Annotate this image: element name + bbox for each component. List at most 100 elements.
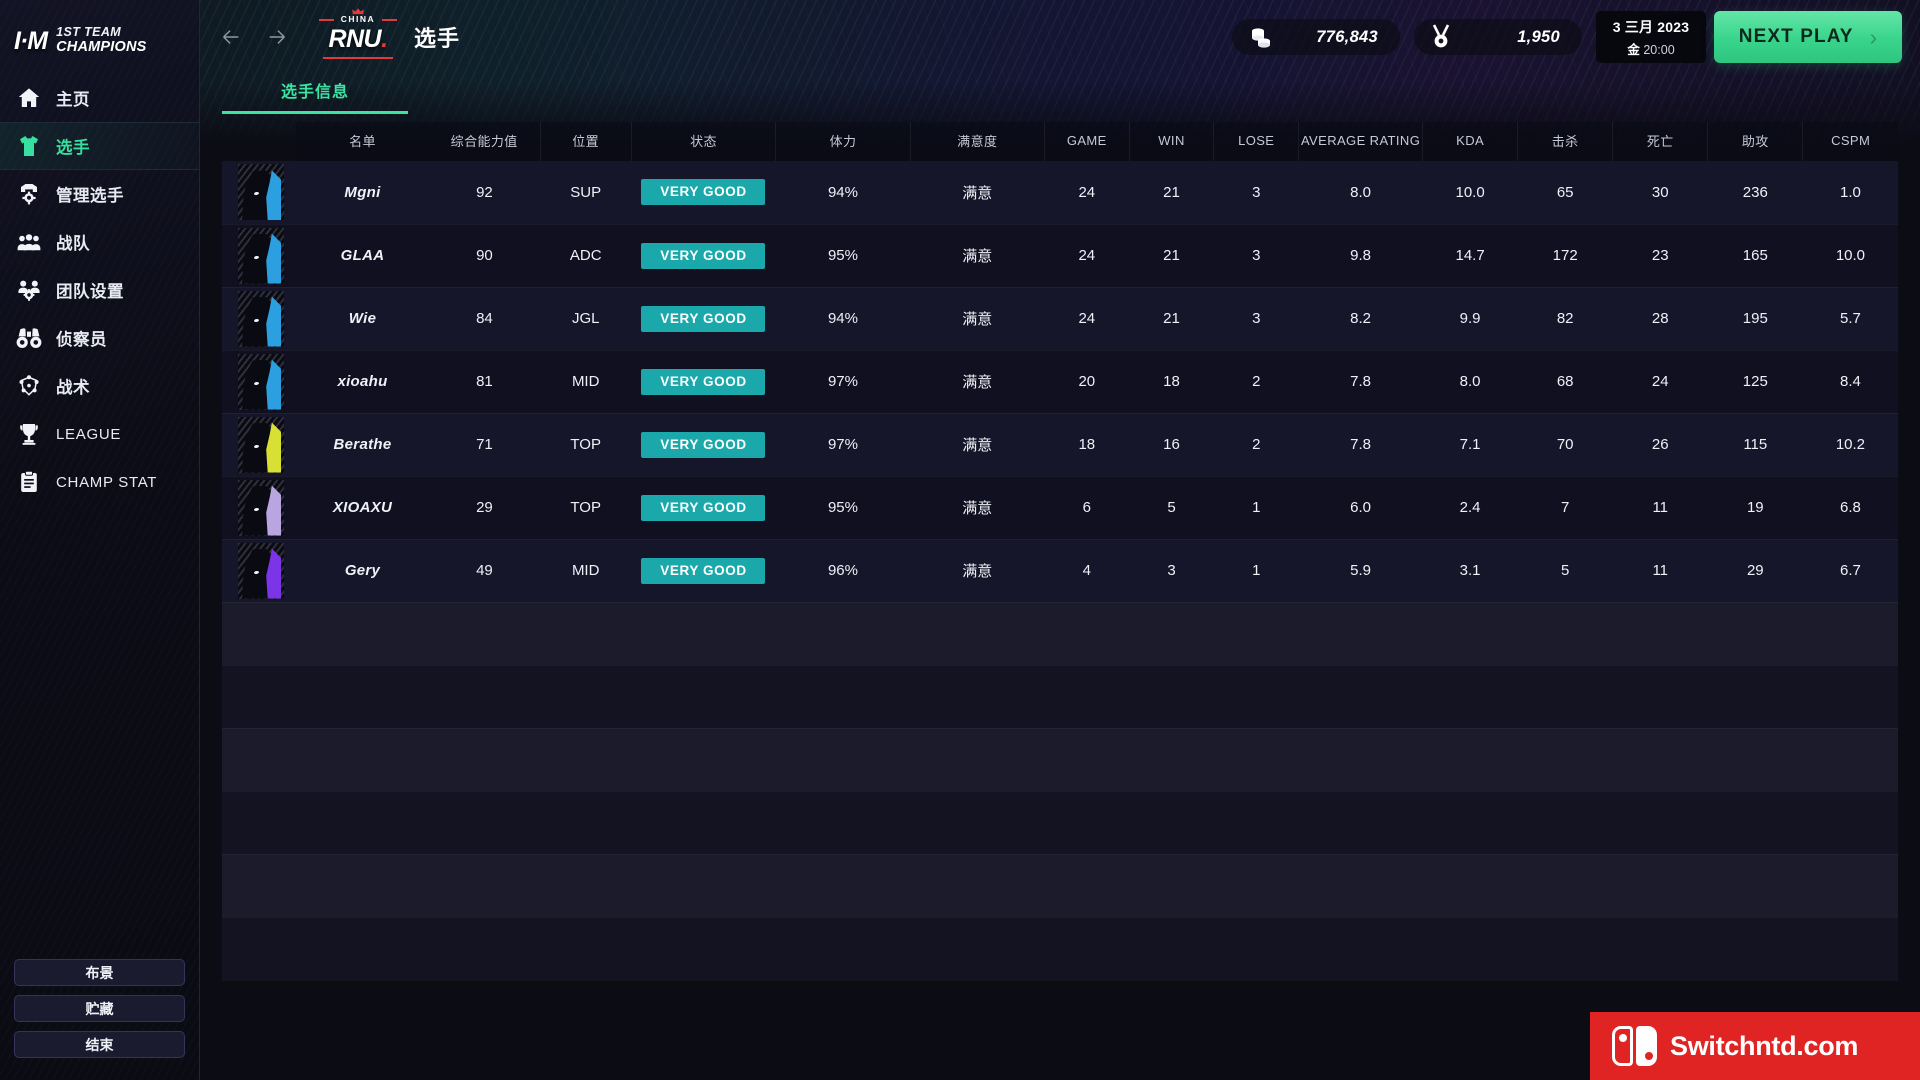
sidebar-item-1[interactable]: 选手 [0, 122, 199, 170]
table-body: Mgni 92 SUP VERY GOOD 94% 满意 24 21 3 8.0 10.0 65 30 2… [222, 161, 1898, 981]
player-stamina: 96% [775, 539, 911, 603]
player-lose: 2 [1213, 350, 1299, 414]
player-avatar-cell[interactable] [222, 350, 297, 414]
player-avatar-cell[interactable] [222, 476, 297, 540]
status-badge: VERY GOOD [641, 368, 766, 395]
player-game: 4 [1044, 539, 1130, 603]
player-name: Wie [296, 287, 429, 351]
empty-row [222, 602, 1898, 666]
back-arrow-icon[interactable] [220, 26, 242, 48]
empty-row [222, 791, 1898, 855]
player-avatar-cell[interactable] [222, 539, 297, 603]
player-assists: 115 [1707, 413, 1803, 477]
column-header-assists[interactable]: 助攻 [1707, 122, 1804, 161]
sidebar-item-3[interactable]: 战队 [0, 218, 199, 266]
medal-pill: 1,950 [1414, 19, 1582, 55]
column-header-stamina[interactable]: 体力 [775, 122, 911, 161]
table-row[interactable]: Gery 49 MID VERY GOOD 96% 满意 4 3 1 5.9 3.1 5 11 29 6.7 [222, 539, 1898, 603]
player-overall: 49 [428, 539, 541, 603]
player-lose: 3 [1213, 287, 1299, 351]
column-header-satisfaction[interactable]: 满意度 [910, 122, 1045, 161]
page-title: 选手 [414, 26, 461, 51]
table-row[interactable]: Mgni 92 SUP VERY GOOD 94% 满意 24 21 3 8.0 10.0 65 30 2… [222, 161, 1898, 225]
player-assists: 236 [1707, 161, 1803, 225]
player-name: Mgni [296, 161, 429, 225]
sidebar-item-0[interactable]: 主页 [0, 74, 199, 122]
player-avg-rating: 8.0 [1298, 161, 1423, 225]
player-overall: 71 [428, 413, 541, 477]
player-satisfaction: 满意 [910, 476, 1045, 540]
column-header-deaths[interactable]: 死亡 [1612, 122, 1709, 161]
sidebar-item-4[interactable]: 团队设置 [0, 266, 199, 314]
player-deaths: 11 [1612, 476, 1708, 540]
sidebar-buttons: 布景 贮藏 结束 [0, 959, 199, 1080]
player-avatar-cell[interactable] [222, 287, 297, 351]
sidebar-item-7[interactable]: LEAGUE [0, 410, 199, 458]
sidebar-nav: 主页 选手 管理选手战队团队设置 侦察员 战术 LEAGUE CHAMP STAT [0, 74, 199, 506]
status-badge: VERY GOOD [641, 242, 766, 269]
player-cspm: 6.8 [1802, 476, 1898, 540]
column-header-kills[interactable]: 击杀 [1517, 122, 1614, 161]
player-status-cell: VERY GOOD [631, 161, 776, 225]
player-status-cell: VERY GOOD [631, 539, 776, 603]
player-avatar-cell[interactable] [222, 161, 297, 225]
column-header-position[interactable]: 位置 [540, 122, 632, 161]
sidebar-item-8[interactable]: CHAMP STAT [0, 458, 199, 506]
column-header-win[interactable]: WIN [1129, 122, 1215, 161]
trophy-icon [16, 421, 42, 447]
money-pill: 776,843 [1232, 19, 1400, 55]
column-header-avg_rating[interactable]: AVERAGE RATING [1298, 122, 1424, 161]
table-row[interactable]: GLAA 90 ADC VERY GOOD 95% 满意 24 21 3 9.8 14.7 172 23… [222, 224, 1898, 288]
player-position: TOP [540, 476, 632, 540]
player-kda: 2.4 [1422, 476, 1518, 540]
tab-0[interactable]: 选手信息 [222, 78, 408, 114]
column-header-game[interactable]: GAME [1044, 122, 1130, 161]
table-row[interactable]: Wie 84 JGL VERY GOOD 94% 满意 24 21 3 8.2 9.9 82 28 195… [222, 287, 1898, 351]
player-cspm: 10.2 [1802, 413, 1898, 477]
table-row[interactable]: Berathe 71 TOP VERY GOOD 97% 满意 18 16 2 7.8 7.1 70 2… [222, 413, 1898, 477]
top-bar: CHINA RNU. 选手 776,843 1,950 3 三月 2023 金 … [200, 0, 1920, 74]
brand-line-2: CHAMPIONS [56, 38, 147, 55]
player-win: 18 [1129, 350, 1214, 414]
player-stamina: 94% [775, 287, 911, 351]
player-kda: 8.0 [1422, 350, 1518, 414]
avatar [238, 479, 285, 536]
sidebar-item-2[interactable]: 管理选手 [0, 170, 199, 218]
sidebar-button-2[interactable]: 结束 [14, 1031, 185, 1058]
column-header-cspm[interactable]: CSPM [1802, 122, 1898, 161]
player-avatar-cell[interactable] [222, 224, 297, 288]
team-logo: CHINA RNU. [316, 8, 400, 63]
player-status-cell: VERY GOOD [631, 413, 776, 477]
player-name: xioahu [296, 350, 429, 414]
player-stamina: 94% [775, 161, 911, 225]
column-header-name[interactable]: 名单 [296, 122, 429, 161]
column-header-kda[interactable]: KDA [1422, 122, 1519, 161]
brand-monogram: I·M [14, 26, 48, 55]
forward-arrow-icon[interactable] [266, 26, 288, 48]
player-cspm: 6.7 [1802, 539, 1898, 603]
empty-row [222, 917, 1898, 981]
table-row[interactable]: xioahu 81 MID VERY GOOD 97% 满意 20 18 2 7.8 8.0 68 24… [222, 350, 1898, 414]
column-header-overall[interactable]: 综合能力值 [428, 122, 541, 161]
next-play-button[interactable]: NEXT PLAY › [1714, 11, 1902, 63]
sidebar-item-5[interactable]: 侦察员 [0, 314, 199, 362]
status-badge: VERY GOOD [641, 431, 766, 458]
player-lose: 1 [1213, 476, 1299, 540]
player-kills: 5 [1517, 539, 1613, 603]
main-content: CHINA RNU. 选手 776,843 1,950 3 三月 2023 金 … [200, 0, 1920, 1080]
player-stamina: 95% [775, 224, 911, 288]
player-kills: 82 [1517, 287, 1613, 351]
player-kills: 65 [1517, 161, 1613, 225]
sidebar-button-1[interactable]: 贮藏 [14, 995, 185, 1022]
column-header-avatar[interactable] [222, 122, 296, 161]
player-avatar-cell[interactable] [222, 413, 297, 477]
column-header-lose[interactable]: LOSE [1213, 122, 1300, 161]
empty-row [222, 854, 1898, 918]
player-status-cell: VERY GOOD [631, 287, 776, 351]
table-row[interactable]: XIOAXU 29 TOP VERY GOOD 95% 满意 6 5 1 6.0 2.4 7 11 19 6… [222, 476, 1898, 540]
sidebar-item-6[interactable]: 战术 [0, 362, 199, 410]
player-assists: 165 [1707, 224, 1803, 288]
column-header-status[interactable]: 状态 [631, 122, 777, 161]
sidebar-button-0[interactable]: 布景 [14, 959, 185, 986]
sidebar-item-label: 战队 [56, 235, 90, 253]
